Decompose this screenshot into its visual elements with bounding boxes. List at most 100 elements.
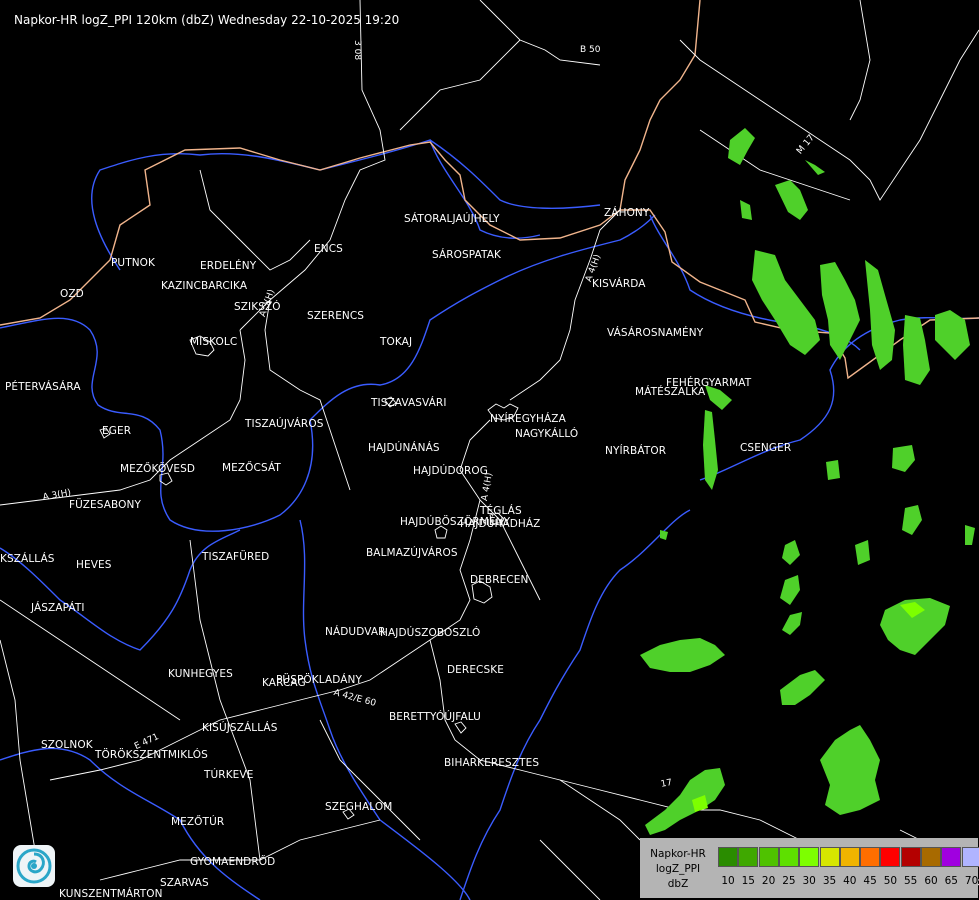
- legend-swatch: [819, 847, 840, 867]
- legend-value: 65: [944, 875, 958, 887]
- state-border-north: [619, 0, 701, 211]
- city-label: TÚRKEVE: [204, 769, 254, 781]
- legend-swatch: [738, 847, 759, 867]
- radar-map[interactable]: Napkor-HR logZ_PPI 120km (dbZ) Wednesday…: [0, 0, 979, 900]
- city-label: DEBRECEN: [470, 574, 529, 586]
- legend-title-line: logZ_PPI: [655, 863, 701, 875]
- city-label: HAJDÚHADHÁZ: [460, 518, 541, 530]
- city-label: NYÍREGYHÁZA: [490, 413, 566, 425]
- echo-cell: [865, 260, 895, 370]
- legend-swatch: [799, 847, 820, 867]
- city-label: FÜZESABONY: [69, 499, 141, 511]
- legend-value: 10: [721, 875, 735, 887]
- city-label: SZEGHALOM: [325, 801, 393, 813]
- echo-cell: [728, 128, 755, 165]
- echo-cell: [902, 505, 922, 535]
- echo-cell: [805, 160, 825, 175]
- city-label: TOKAJ: [380, 336, 413, 348]
- city-label: ERDELÉNY: [200, 260, 257, 272]
- radar-echoes: [640, 128, 975, 835]
- road-label: 3 08: [352, 40, 362, 61]
- echo-cell: [935, 310, 970, 360]
- city-label: KUNSZENTMÁRTON: [59, 888, 163, 900]
- legend-swatch: [921, 847, 941, 867]
- legend-swatch: [900, 847, 921, 867]
- city-label: GYOMAENDRŐD: [190, 856, 276, 868]
- city-label: HEVES: [76, 559, 112, 571]
- legend-title-line: Napkor-HR: [650, 848, 706, 860]
- city-label: ENCS: [314, 243, 343, 255]
- city-label: ZÁHONY: [604, 207, 650, 219]
- echo-cell: [775, 180, 808, 220]
- legend-swatch: [860, 847, 881, 867]
- city-label: TÖRÖKSZENTMIKLÓS: [95, 749, 208, 761]
- city-label: NAGYKÁLLÓ: [515, 428, 579, 440]
- city-label: BIHARKERESZTES: [444, 757, 540, 769]
- echo-cell: [752, 250, 820, 355]
- echo-cell: [820, 725, 880, 815]
- legend-swatch: [718, 847, 738, 867]
- legend-value: 40: [843, 875, 857, 887]
- city-label: KISVÁRDA: [592, 278, 646, 290]
- echo-cell: [892, 445, 915, 472]
- city-label: BALMAZÚJVÁROS: [366, 547, 458, 559]
- city-label: JÁSZAPÁTI: [31, 602, 85, 614]
- city-label: OZD: [60, 288, 84, 300]
- echo-cell: [782, 540, 800, 565]
- legend-value: 60: [924, 875, 938, 887]
- city-label: SZERENCS: [307, 310, 365, 322]
- legend-swatch: [778, 847, 799, 867]
- road-label: B 50: [580, 45, 601, 55]
- echo-cell: [645, 768, 725, 835]
- legend-value: 30: [802, 875, 816, 887]
- city-label: VÁSÁROSNAMÉNY: [607, 327, 704, 339]
- legend-swatch: [758, 847, 779, 867]
- city-label: EGER: [102, 425, 132, 437]
- legend-value: 50: [883, 875, 898, 887]
- echo-cell: [903, 315, 930, 385]
- map-title: Napkor-HR logZ_PPI 120km (dbZ) Wednesday…: [14, 13, 400, 27]
- legend-value: 45: [863, 875, 877, 887]
- echo-cell: [782, 612, 802, 635]
- echo-cell: [660, 530, 668, 540]
- city-label: MEZŐKÖVESD: [120, 463, 196, 475]
- city-label: PUTNOK: [111, 257, 156, 269]
- city-label: HAJDÚSZOBOSZLÓ: [380, 627, 481, 639]
- echo-cell: [780, 670, 825, 705]
- city-label: TISZAVASVÁRI: [371, 397, 447, 409]
- legend-value: 55: [904, 875, 918, 887]
- color-legend: Napkor-HR logZ_PPI dbZ 10 15 20 25 30 35 40 45 5…: [640, 838, 979, 898]
- legend-value: 15: [741, 875, 755, 887]
- echo-cell: [780, 575, 800, 605]
- city-label: SZARVAS: [160, 877, 209, 889]
- city-label: PÜSPÖKLADÁNY: [276, 674, 362, 686]
- city-label: TISZAÚJVÁROS: [245, 418, 324, 430]
- echo-cell: [740, 200, 752, 220]
- city-label: NÁDUDVAR: [325, 626, 386, 638]
- city-label: MÁTÉSZALKA: [635, 386, 706, 398]
- cyclone-logo-icon: [16, 848, 52, 884]
- city-label: MEZŐTÚR: [171, 816, 225, 828]
- city-label: TISZAFÜRED: [202, 551, 270, 563]
- city-label: SÁTORALJAÚJHELY: [404, 213, 500, 225]
- road-label: 17: [660, 778, 674, 790]
- city-label: SÁROSPATAK: [432, 249, 501, 261]
- echo-cell: [965, 525, 975, 545]
- city-label: NYÍRBÁTOR: [605, 445, 667, 457]
- legend-swatch: [961, 847, 979, 867]
- city-label: BERETTYÓÚJFALU: [389, 711, 481, 723]
- legend-swatch: [880, 847, 901, 867]
- city-label: HAJDÚNÁNÁS: [368, 442, 440, 454]
- legend-value: 70: [964, 875, 979, 887]
- city-label: PÉTERVÁSÁRA: [5, 381, 81, 393]
- echo-cell: [855, 540, 870, 565]
- city-label: KUNHEGYES: [168, 668, 233, 680]
- legend-value: 25: [782, 875, 796, 887]
- city-label: MEZŐCSÁT: [222, 462, 281, 474]
- legend-value: 20: [761, 875, 776, 887]
- city-label: CSENGER: [740, 442, 792, 454]
- legend-swatch: [839, 847, 860, 867]
- logo: [13, 845, 55, 887]
- city-label: HAJDÚDOROG: [413, 465, 488, 477]
- legend-value: 35: [822, 875, 837, 887]
